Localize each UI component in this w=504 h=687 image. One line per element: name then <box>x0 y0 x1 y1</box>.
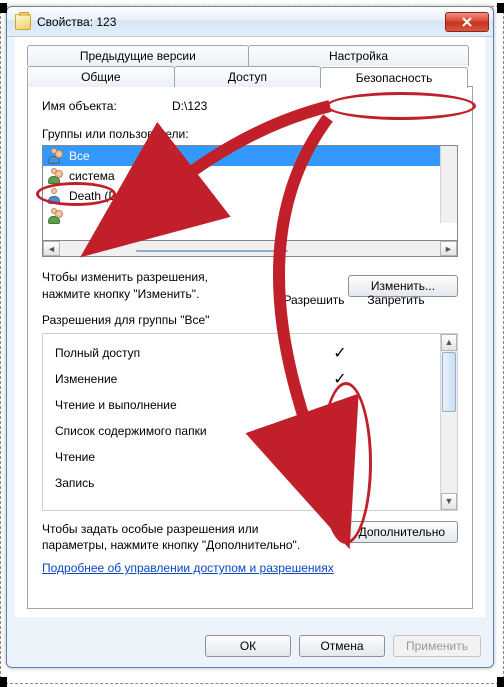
tab-previous-versions[interactable]: Предыдущие версии <box>27 45 249 66</box>
list-item[interactable] <box>43 206 457 226</box>
tab-security[interactable]: Безопасность <box>320 67 468 88</box>
corner-marker <box>0 677 7 687</box>
scroll-thumb[interactable] <box>442 352 456 412</box>
corner-marker <box>497 3 504 13</box>
security-tab-panel: Имя объекта: D:\123 Группы или пользоват… <box>27 86 473 609</box>
permission-row: Чтение ✓ <box>55 444 457 470</box>
users-group-icon <box>47 168 63 184</box>
users-group-icon <box>47 148 63 164</box>
groups-label: Группы или пользователи: <box>42 127 458 141</box>
change-permissions-text: Чтобы изменить разрешения, нажмите кнопк… <box>42 269 208 303</box>
tab-customize[interactable]: Настройка <box>248 45 470 66</box>
list-item-label: система <box>69 169 115 183</box>
list-item-label <box>69 209 72 223</box>
permission-name: Чтение и выполнение <box>55 398 301 412</box>
advanced-hint-text: Чтобы задать особые разрешения или парам… <box>42 521 312 553</box>
scroll-thumb[interactable] <box>136 250 288 252</box>
corner-marker <box>0 3 7 13</box>
properties-window: Свойства: 123 Предыдущие версии Настройк… <box>6 6 494 668</box>
learn-more-link[interactable]: Подробнее об управлении доступом и разре… <box>42 561 458 575</box>
vertical-scrollbar[interactable] <box>440 146 457 223</box>
scroll-right-icon[interactable]: ► <box>440 241 457 256</box>
allow-check-icon: ✓ <box>301 395 379 415</box>
users-group-icon <box>47 208 63 224</box>
list-item[interactable]: система <box>43 166 457 186</box>
permission-row: Полный доступ ✓ <box>55 340 457 366</box>
vertical-scrollbar[interactable]: ▲ ▼ <box>440 334 457 510</box>
list-item[interactable]: Death (Death-C2D\Death) <box>43 186 457 206</box>
window-body: Предыдущие версии Настройка Общие Доступ… <box>7 37 493 625</box>
permission-row: Изменение ✓ <box>55 366 457 392</box>
horizontal-scrollbar[interactable]: ◄ ► <box>42 240 458 257</box>
object-name-row: Имя объекта: D:\123 <box>42 99 458 113</box>
tab-sharing[interactable]: Доступ <box>174 66 322 87</box>
permissions-listbox: Полный доступ ✓ Изменение ✓ Чтение и вып… <box>42 333 458 511</box>
groups-listbox[interactable]: Все система Death (Death-C2D\Death) <box>42 145 458 241</box>
permission-name: Запись <box>55 476 301 490</box>
scroll-left-icon[interactable]: ◄ <box>43 241 60 256</box>
col-deny: Запретить <box>360 293 432 307</box>
advanced-button[interactable]: Дополнительно <box>346 521 458 543</box>
close-icon <box>462 17 472 27</box>
permission-row: Чтение и выполнение ✓ <box>55 392 457 418</box>
col-allow: Разрешить <box>278 293 350 307</box>
permission-row: Запись ✓ <box>55 470 457 496</box>
allow-check-icon: ✓ <box>301 447 379 467</box>
permissions-for-label: Разрешения для группы "Все" <box>42 313 209 327</box>
list-item-label: Все <box>69 149 90 163</box>
permission-name: Полный доступ <box>55 346 301 360</box>
allow-check-icon: ✓ <box>301 369 379 389</box>
permission-row: Список содержимого папки ✓ <box>55 418 457 444</box>
permission-name: Чтение <box>55 450 301 464</box>
list-item-label: Death (Death-C2D\Death) <box>69 189 208 203</box>
close-button[interactable] <box>445 12 489 32</box>
list-item[interactable]: Все <box>43 146 457 166</box>
cancel-button[interactable]: Отмена <box>299 635 385 657</box>
scroll-down-icon[interactable]: ▼ <box>441 493 457 510</box>
allow-check-icon: ✓ <box>301 343 379 363</box>
permission-name: Изменение <box>55 372 301 386</box>
allow-check-icon: ✓ <box>301 421 379 441</box>
corner-marker <box>497 677 504 687</box>
window-title: Свойства: 123 <box>37 15 445 29</box>
ok-button[interactable]: ОК <box>205 635 291 657</box>
tab-strip: Предыдущие версии Настройка Общие Доступ… <box>27 45 473 87</box>
dialog-button-row: ОК Отмена Применить <box>7 625 493 667</box>
user-icon <box>47 188 63 204</box>
permission-name: Список содержимого папки <box>55 424 301 438</box>
tab-general[interactable]: Общие <box>27 66 175 87</box>
permissions-column-headers: Разрешить Запретить <box>278 293 432 307</box>
scroll-up-icon[interactable]: ▲ <box>441 334 457 351</box>
apply-button[interactable]: Применить <box>393 635 481 657</box>
folder-icon <box>15 14 31 30</box>
allow-check-icon: ✓ <box>301 473 379 493</box>
object-name-label: Имя объекта: <box>42 99 172 113</box>
object-name-value: D:\123 <box>172 99 207 113</box>
title-bar[interactable]: Свойства: 123 <box>7 7 493 37</box>
